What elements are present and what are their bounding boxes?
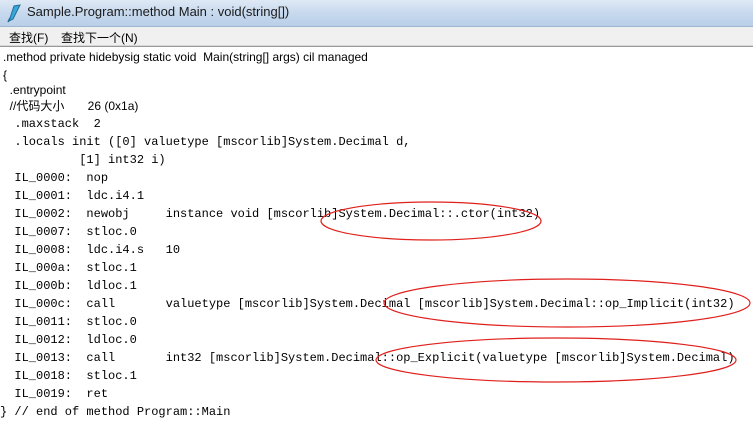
code-line: IL_0018: stloc.1 [0,369,137,383]
code-line: //代码大小 26 (0x1a) [3,99,139,113]
code-line: IL_000a: stloc.1 [0,261,137,275]
code-line: IL_0001: ldc.i4.1 [0,189,145,203]
menu-find[interactable]: 查找(F) [9,29,48,46]
code-line: .maxstack 2 [0,117,101,131]
code-line: [1] int32 i) [0,153,166,167]
code-line: .method private hidebysig static void Ma… [3,50,368,64]
code-line: IL_0000: nop [0,171,109,185]
title-bar[interactable]: Sample.Program::method Main : void(strin… [0,0,753,27]
code-line: IL_0007: stloc.0 [0,225,137,239]
il-code-view[interactable]: .method private hidebysig static void Ma… [0,46,753,433]
code-line: IL_0008: ldc.i4.s 10 [0,243,181,257]
code-line: } // end of method Program::Main [0,405,231,419]
code-line: IL_000c: call valuetype [mscorlib]System… [0,297,735,311]
code-line: IL_0019: ret [0,387,109,401]
code-line: IL_0013: call int32 [mscorlib]System.Dec… [0,351,735,365]
menu-find-next[interactable]: 查找下一个(N) [61,29,138,46]
quill-icon [7,4,21,23]
code-line: .locals init ([0] valuetype [mscorlib]Sy… [0,135,411,149]
code-line: IL_0002: newobj instance void [mscorlib]… [0,207,541,221]
code-line: IL_0012: ldloc.0 [0,333,137,347]
code-line: IL_000b: ldloc.1 [0,279,137,293]
menu-bar: 查找(F) 查找下一个(N) [0,27,753,46]
code-line: IL_0011: stloc.0 [0,315,137,329]
window-title: Sample.Program::method Main : void(strin… [27,4,290,19]
